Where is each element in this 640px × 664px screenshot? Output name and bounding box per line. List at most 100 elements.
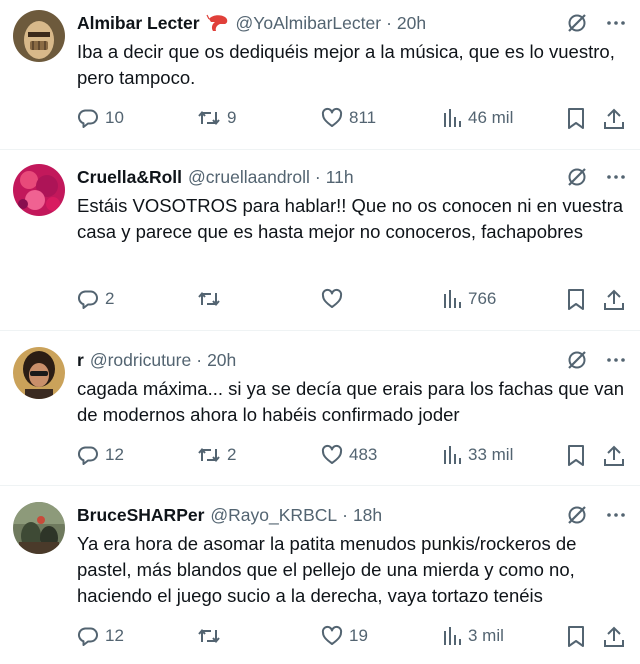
reply-button[interactable]: 12 (77, 625, 124, 647)
grok-icon[interactable] (566, 166, 588, 188)
views-chart-icon (442, 444, 462, 466)
like-button[interactable] (321, 288, 349, 310)
tweet-text: Ya era hora de asomar la patita menudos … (77, 533, 577, 606)
avatar-image (13, 347, 65, 399)
avatar-image (13, 10, 65, 62)
tweet-text: Estáis VOSOTROS para hablar!! Que no os … (77, 195, 624, 242)
grok-icon[interactable] (566, 12, 588, 34)
bookmark-button[interactable] (566, 444, 586, 468)
tweet[interactable]: BruceSHARPer @Rayo_KRBCL · 18h Ya era ho… (0, 486, 640, 664)
share-icon (603, 444, 625, 468)
repost-icon (197, 625, 221, 647)
repost-button[interactable]: 2 (197, 444, 236, 466)
separator-dot: · (314, 166, 321, 187)
tweet-text: Iba a decir que os dediquéis mejor a la … (77, 41, 615, 88)
avatar[interactable] (13, 502, 65, 554)
reply-icon (77, 444, 99, 466)
reply-count: 12 (105, 626, 124, 645)
views-chart-icon (442, 625, 462, 647)
share-button[interactable] (603, 107, 625, 131)
heart-icon (321, 444, 343, 466)
tweet[interactable]: r @rodricuture · 20h cagada máxima... si… (0, 331, 640, 486)
bookmark-icon (566, 107, 586, 131)
views-button[interactable]: 46 mil (442, 107, 513, 129)
like-button[interactable]: 483 (321, 444, 377, 466)
repost-icon (197, 444, 221, 466)
views-chart-icon (442, 107, 462, 129)
tweet-feed: Almibar Lecter @YoAlmibarLecter · 20h Ib… (0, 0, 640, 664)
share-icon (603, 288, 625, 312)
reply-icon (77, 625, 99, 647)
avatar-image (13, 502, 65, 554)
bookmark-icon (566, 625, 586, 649)
bookmark-icon (566, 288, 586, 312)
views-count: 3 mil (468, 626, 504, 645)
display-name[interactable]: Cruella&Roll (77, 167, 182, 188)
display-name[interactable]: BruceSHARPer (77, 505, 204, 526)
timestamp[interactable]: 20h (207, 350, 236, 371)
views-button[interactable]: 3 mil (442, 625, 504, 647)
reply-button[interactable]: 10 (77, 107, 124, 129)
tweet[interactable]: Cruella&Roll @cruellaandroll · 11h Estái… (0, 150, 640, 331)
separator-dot: · (196, 349, 203, 370)
reply-count: 10 (105, 108, 124, 127)
repost-icon (197, 288, 221, 310)
share-button[interactable] (603, 288, 625, 312)
repost-button[interactable] (197, 288, 227, 310)
repost-count: 9 (227, 108, 237, 127)
heart-icon (321, 107, 343, 129)
avatar-image (13, 164, 65, 216)
display-name[interactable]: r (77, 350, 84, 371)
more-icon[interactable] (606, 167, 626, 187)
like-button[interactable]: 19 (321, 625, 368, 647)
views-button[interactable]: 766 (442, 288, 496, 310)
user-handle[interactable]: @Rayo_KRBCL (210, 505, 337, 526)
avatar[interactable] (13, 347, 65, 399)
repost-button[interactable] (197, 625, 227, 647)
share-icon (603, 625, 625, 649)
reply-icon (77, 288, 99, 310)
like-count: 483 (349, 445, 378, 464)
bookmark-button[interactable] (566, 288, 586, 312)
avatar[interactable] (13, 10, 65, 62)
timestamp[interactable]: 18h (353, 505, 382, 526)
grok-icon[interactable] (566, 349, 588, 371)
user-handle[interactable]: @rodricuture (90, 350, 191, 371)
more-icon[interactable] (606, 350, 626, 370)
share-icon (603, 107, 625, 131)
like-count: 811 (349, 108, 377, 127)
views-count: 766 (468, 289, 497, 308)
repost-count: 2 (227, 445, 237, 464)
reply-count: 12 (105, 445, 124, 464)
bookmark-button[interactable] (566, 625, 586, 649)
timestamp[interactable]: 11h (326, 167, 354, 188)
views-chart-icon (442, 288, 462, 310)
like-count: 19 (349, 626, 368, 645)
reply-count: 2 (105, 289, 115, 308)
views-button[interactable]: 33 mil (442, 444, 513, 466)
user-handle[interactable]: @YoAlmibarLecter (236, 13, 382, 34)
views-count: 46 mil (468, 108, 514, 127)
reply-button[interactable]: 12 (77, 444, 124, 466)
timestamp[interactable]: 20h (397, 13, 426, 34)
grok-icon[interactable] (566, 504, 588, 526)
heart-icon (321, 625, 343, 647)
views-count: 33 mil (468, 445, 514, 464)
bookmark-icon (566, 444, 586, 468)
separator-dot: · (386, 12, 392, 33)
tweet-text: cagada máxima... si ya se decía que erai… (77, 378, 625, 425)
bookmark-button[interactable] (566, 107, 586, 131)
repost-button[interactable]: 9 (197, 107, 236, 129)
like-button[interactable]: 811 (321, 107, 376, 129)
tweet[interactable]: Almibar Lecter @YoAlmibarLecter · 20h Ib… (0, 0, 640, 150)
reply-button[interactable]: 2 (77, 288, 114, 310)
more-icon[interactable] (606, 13, 626, 33)
avatar[interactable] (13, 164, 65, 216)
share-button[interactable] (603, 444, 625, 468)
shrimp-icon (206, 13, 230, 33)
more-icon[interactable] (606, 505, 626, 525)
separator-dot: · (342, 504, 348, 525)
display-name[interactable]: Almibar Lecter (77, 13, 200, 34)
user-handle[interactable]: @cruellaandroll (188, 167, 310, 188)
share-button[interactable] (603, 625, 625, 649)
